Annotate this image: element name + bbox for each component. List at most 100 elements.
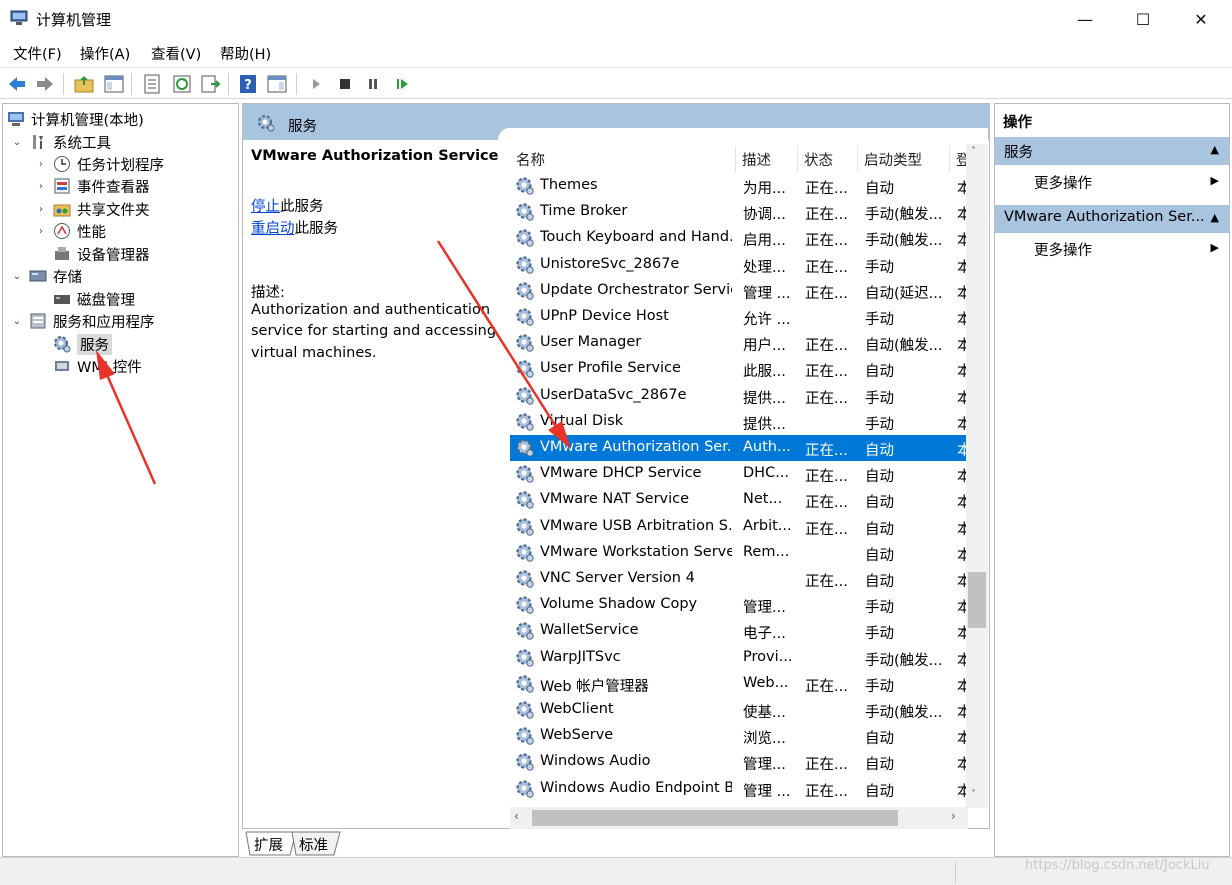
service-startup-type: 手动 [865,600,894,617]
service-row[interactable]: UnistoreSvc_2867e 处理... 正在... 手动本 [510,252,969,278]
column-description[interactable]: 描述 [736,146,798,172]
service-row[interactable]: Touch Keyboard and Hand... 启用... 正在... 手动(触… [510,225,969,251]
back-icon[interactable] [6,73,28,95]
service-row[interactable]: UserDataSvc_2867e 提供... 正在... 手动本 [510,383,969,409]
service-row[interactable]: UPnP Device Host 允许 ... 手动本 [510,304,969,330]
submenu-arrow-icon[interactable]: ▶ [1211,174,1219,187]
service-row[interactable]: Web 帐户管理器 Web... 正在... 手动本 [510,671,969,697]
show-hide-tree-icon[interactable] [103,73,125,95]
menu-file[interactable]: 文件(F) [13,43,62,64]
service-row[interactable]: VMware USB Arbitration S... Arbit... 正在...… [510,514,969,540]
service-status: 正在... [805,207,848,224]
collapse-chevron-icon[interactable]: › [35,159,47,170]
submenu-arrow-icon[interactable]: ▶ [1211,241,1219,254]
show-hide-action-icon[interactable] [266,73,288,95]
scroll-up-icon[interactable]: ˄ [971,146,976,157]
service-row[interactable]: Update Orchestrator Service 管理 ... 正在... 自动… [510,278,969,304]
restart-service-icon[interactable] [391,73,413,95]
service-row[interactable]: VMware Workstation Server Rem... 自动本 [510,540,969,566]
vertical-scroll-thumb[interactable] [968,572,986,628]
tree-root[interactable]: 计算机管理(本地) [7,108,144,130]
description-line-3: virtual machines. [251,345,377,361]
stop-service-link[interactable]: 停止 [251,199,280,215]
service-row[interactable]: WebServe 浏览... 自动本 [510,723,969,749]
tree-event-viewer[interactable]: › 事件查看器 [35,175,150,197]
horizontal-scroll-thumb[interactable] [532,810,898,826]
tree-services-apps[interactable]: ⌄ 服务和应用程序 [11,310,155,332]
collapse-chevron-icon[interactable]: › [35,204,47,215]
tree-services[interactable]: 服务 [53,333,112,355]
vertical-scrollbar[interactable] [966,144,988,808]
service-description: 管理 ... [743,285,791,302]
service-row[interactable]: Virtual Disk 提供... 手动本 [510,409,969,435]
menu-view[interactable]: 查看(V) [151,43,201,64]
tab-standard[interactable]: 标准 [299,834,328,855]
expand-chevron-icon[interactable]: ⌄ [11,271,23,282]
pause-service-icon[interactable] [362,73,384,95]
properties-icon[interactable] [141,73,163,95]
service-row[interactable]: WebClient 使基... 手动(触发... 本 [510,697,969,723]
service-description: DHC... [743,465,790,482]
service-row[interactable]: VMware NAT Service Net... 正在... 自动本 [510,487,969,513]
actions-group-selected-service[interactable]: VMware Authorization Ser... ▲ [995,205,1229,233]
service-name: UserDataSvc_2867e [540,386,687,403]
column-status[interactable]: 状态 [798,146,858,172]
window-title: 计算机管理 [36,11,112,29]
close-button[interactable]: ✕ [1172,0,1230,38]
service-row[interactable]: VNC Server Version 4 正在... 自动本 [510,566,969,592]
tree-wmi-control[interactable]: WMI 控件 [53,355,142,377]
collapse-caret-icon[interactable]: ▲ [1211,211,1219,224]
tab-extended[interactable]: 扩展 [254,834,283,855]
maximize-button[interactable]: ☐ [1114,0,1172,38]
menu-help[interactable]: 帮助(H) [220,43,271,64]
expand-chevron-icon[interactable]: ⌄ [11,316,23,327]
tree-task-scheduler[interactable]: › 任务计划程序 [35,153,164,175]
tree-system-tools[interactable]: ⌄ 系统工具 [11,131,111,153]
service-row[interactable]: WalletService 电子... 手动本 [510,618,969,644]
minimize-button[interactable]: — [1056,0,1114,38]
service-description: 提供... [743,416,786,433]
tree-performance[interactable]: › 性能 [35,220,106,242]
restart-service-link[interactable]: 重启动 [251,221,295,237]
service-row[interactable]: Time Broker 协调... 正在... 手动(触发... 本 [510,199,969,225]
stop-service-suffix: 此服务 [280,199,324,215]
stop-service-icon[interactable] [334,73,356,95]
service-row[interactable]: WarpJITSvc Provi... 手动(触发... 本 [510,645,969,671]
service-row[interactable]: VMware DHCP Service DHC... 正在... 自动本 [510,461,969,487]
scroll-down-icon[interactable]: ˅ [971,789,976,800]
collapse-chevron-icon[interactable]: › [35,226,47,237]
service-row[interactable]: Themes 为用... 正在... 自动本 [510,173,969,199]
service-row[interactable]: Windows Audio 管理... 正在... 自动本 [510,749,969,775]
actions-group-services[interactable]: 服务 ▲ [995,137,1229,165]
service-row[interactable]: Windows Audio Endpoint B... 管理 ... 正在... 自动… [510,776,969,802]
service-gear-icon [516,596,534,614]
tree-storage[interactable]: ⌄ 存储 [11,265,82,287]
more-actions-services[interactable]: 更多操作 [1034,172,1092,193]
more-actions-selected[interactable]: 更多操作 [1034,239,1092,260]
service-row[interactable]: VMware Authorization Ser... Auth... 正在... 自… [510,435,969,461]
start-service-icon[interactable] [305,73,327,95]
description-line-2: service for starting and accessing [251,323,496,339]
refresh-icon[interactable] [171,73,193,95]
forward-icon[interactable] [34,73,56,95]
tree-shared-folders[interactable]: › 共享文件夹 [35,198,150,220]
collapse-chevron-icon[interactable]: › [35,181,47,192]
service-startup-type: 手动(触发... [865,233,943,250]
tree-device-manager[interactable]: 设备管理器 [53,243,150,265]
help-icon[interactable]: ? [237,73,259,95]
computer-management-icon [10,10,28,25]
up-folder-icon[interactable] [73,73,95,95]
tree-disk-management[interactable]: 磁盘管理 [53,288,135,310]
service-row[interactable]: User Profile Service 此服... 正在... 自动本 [510,356,969,382]
expand-chevron-icon[interactable]: ⌄ [11,137,23,148]
menu-action[interactable]: 操作(A) [80,43,130,64]
scroll-right-icon[interactable]: › [951,809,956,823]
scroll-left-icon[interactable]: ‹ [514,809,519,823]
export-list-icon[interactable] [199,73,221,95]
service-row[interactable]: User Manager 用户... 正在... 自动(触发... 本 [510,330,969,356]
column-startup-type[interactable]: 启动类型 [858,146,950,172]
device-manager-icon [53,245,71,263]
toolbar: ? [0,67,1232,99]
collapse-caret-icon[interactable]: ▲ [1211,143,1219,156]
service-row[interactable]: Volume Shadow Copy 管理... 手动本 [510,592,969,618]
